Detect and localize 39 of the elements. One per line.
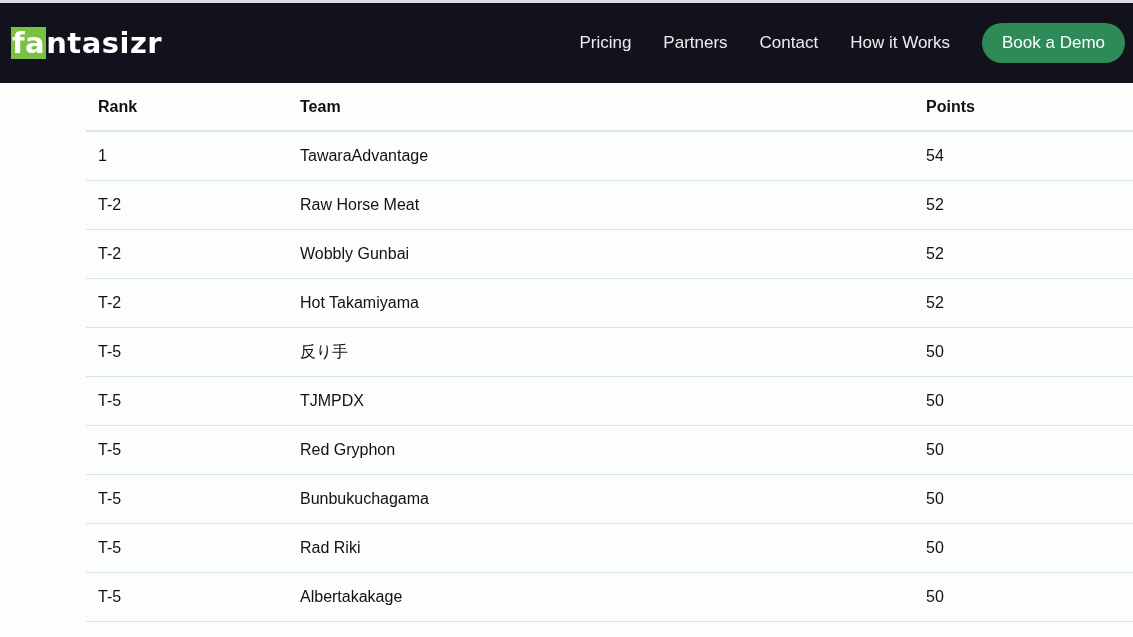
nav-link[interactable]: Contact xyxy=(759,33,819,53)
team-cell: Red Gryphon xyxy=(300,441,396,458)
team-cell: TJMPDX xyxy=(300,392,364,409)
points-cell: 52 xyxy=(926,196,944,213)
team-cell: Albertakakage xyxy=(300,588,403,605)
rank-cell: T-5 xyxy=(98,343,122,360)
team-cell: Rad Riki xyxy=(300,539,361,556)
rank-cell: T-5 xyxy=(98,490,122,507)
nav-link[interactable]: Partners xyxy=(663,33,728,53)
team-cell: Wobbly Gunbai xyxy=(300,245,410,262)
team-cell: Hot Takamiyama xyxy=(300,294,419,311)
points-cell: 52 xyxy=(926,245,944,262)
nav-link[interactable]: How it Works xyxy=(850,33,950,53)
rank-cell: T-5 xyxy=(98,588,122,605)
points-cell: 50 xyxy=(926,490,944,507)
rank-cell: T-2 xyxy=(98,245,122,262)
column-header: Points xyxy=(926,97,975,115)
team-cell: Bunbukuchagama xyxy=(300,490,429,507)
column-header: Rank xyxy=(98,97,138,115)
logo[interactable]: fantasizr xyxy=(11,26,163,60)
nav-link[interactable]: Pricing xyxy=(579,33,632,53)
points-cell: 50 xyxy=(926,441,944,458)
team-cell: TawaraAdvantage xyxy=(300,147,429,164)
points-cell: 50 xyxy=(926,392,944,409)
team-cell: 反り手 xyxy=(300,342,348,360)
rank-cell: T-5 xyxy=(98,392,122,409)
rank-cell: 1 xyxy=(98,147,107,164)
book-demo-button[interactable]: Book a Demo xyxy=(982,23,1125,63)
points-cell: 50 xyxy=(926,343,944,360)
points-cell: 50 xyxy=(926,539,944,556)
rank-cell: T-5 xyxy=(98,539,122,556)
rank-cell: T-5 xyxy=(98,441,122,458)
points-cell: 50 xyxy=(926,588,944,605)
points-cell: 54 xyxy=(926,147,944,164)
rank-cell: T-2 xyxy=(98,294,122,311)
column-header: Team xyxy=(300,97,341,115)
points-cell: 52 xyxy=(926,294,944,311)
rank-cell: T-2 xyxy=(98,196,122,213)
team-cell: Raw Horse Meat xyxy=(300,196,420,213)
